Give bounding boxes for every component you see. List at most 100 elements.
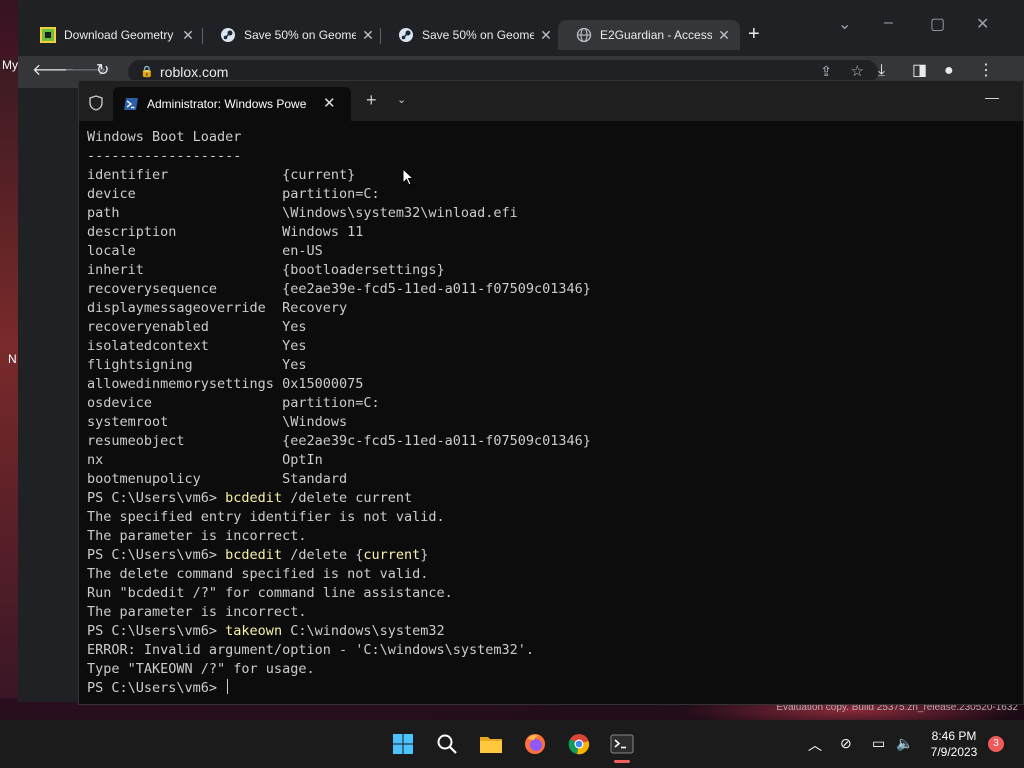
output-text: The parameter is incorrect.	[87, 604, 307, 620]
close-tab-icon[interactable]: ✕	[323, 94, 336, 112]
terminal-output-line: bootmenupolicy Standard	[87, 470, 591, 489]
close-icon[interactable]: ✕	[180, 27, 196, 44]
command-name: takeown	[225, 623, 283, 639]
chrome-tab-1[interactable]: Download Geometry ✕	[22, 20, 202, 50]
side-panel-icon[interactable]: ◨	[912, 62, 927, 80]
terminal-window: Administrator: Windows Powe ✕ + ⌄ — Wind…	[78, 80, 1024, 705]
close-icon[interactable]: ✕	[716, 27, 732, 44]
chrome-icon[interactable]	[566, 731, 592, 757]
system-clock[interactable]: 8:46 PM 7/9/2023	[924, 728, 984, 760]
terminal-output-line: allowedinmemorysettings 0x15000075	[87, 375, 591, 394]
output-text: osdevice partition=C:	[87, 395, 380, 411]
terminal-prompt-line: PS C:\Users\vm6> bcdedit /delete current	[87, 489, 591, 508]
download-icon[interactable]: ⤓	[878, 62, 885, 80]
chrome-tab-3[interactable]: Save 50% on Geome ✕	[380, 20, 558, 50]
chrome-tab-title: Save 50% on Geome	[244, 28, 356, 42]
notification-badge[interactable]: 3	[988, 736, 1004, 752]
steam-icon	[220, 27, 236, 43]
display-icon[interactable]: ▭	[872, 735, 885, 752]
output-text: path \Windows\system32\winload.efi	[87, 205, 518, 221]
terminal-output-line: The parameter is incorrect.	[87, 603, 591, 622]
terminal-output-line: Windows Boot Loader	[87, 128, 591, 147]
terminal-output-line: ERROR: Invalid argument/option - 'C:\win…	[87, 641, 591, 660]
output-text: locale en-US	[87, 243, 323, 259]
file-explorer-icon[interactable]	[478, 731, 504, 757]
geometry-dash-icon	[40, 27, 56, 43]
windows-start-icon[interactable]	[390, 731, 416, 757]
reload-icon[interactable]: ↻	[96, 62, 109, 80]
command-name: bcdedit	[225, 547, 283, 563]
share-icon[interactable]: ⇪	[820, 63, 832, 80]
new-terminal-tab-icon[interactable]: +	[366, 91, 377, 109]
search-icon[interactable]	[434, 731, 460, 757]
profile-avatar-icon[interactable]: ●	[944, 62, 954, 80]
chrome-tab-title: Save 50% on Geome	[422, 28, 534, 42]
bookmark-star-icon[interactable]: ☆	[851, 62, 864, 80]
output-text: resumeobject {ee2ae39c-fcd5-11ed-a011-f0…	[87, 433, 591, 449]
terminal-output-line: The parameter is incorrect.	[87, 527, 591, 546]
output-text: Windows Boot Loader	[87, 129, 242, 145]
terminal-output[interactable]: Windows Boot Loader ------------------- id…	[87, 128, 591, 698]
close-icon[interactable]: ✕	[538, 27, 554, 44]
text-cursor	[227, 679, 229, 694]
terminal-output-line: locale en-US	[87, 242, 591, 261]
globe-icon	[576, 27, 592, 43]
terminal-prompt-line: PS C:\Users\vm6> bcdedit /delete {curren…	[87, 546, 591, 565]
output-text: recoveryenabled Yes	[87, 319, 307, 335]
tab-search-chevron-icon[interactable]: ⌄	[838, 14, 851, 34]
prompt-text: PS C:\Users\vm6>	[87, 680, 226, 696]
clock-time: 8:46 PM	[931, 729, 977, 743]
terminal-output-line: flightsigning Yes	[87, 356, 591, 375]
volume-icon[interactable]: 🔈	[896, 735, 913, 752]
terminal-output-line: path \Windows\system32\winload.efi	[87, 204, 591, 223]
terminal-output-line: isolatedcontext Yes	[87, 337, 591, 356]
terminal-output-line: osdevice partition=C:	[87, 394, 591, 413]
chrome-tab-title: E2Guardian - Access	[600, 28, 712, 42]
output-text: The delete command specified is not vali…	[87, 566, 429, 582]
maximize-icon[interactable]: ▢	[930, 14, 945, 34]
output-text: flightsigning Yes	[87, 357, 307, 373]
chrome-tab-4-active[interactable]: E2Guardian - Access ✕	[558, 20, 740, 50]
desktop-label-fragment-2: N	[8, 352, 17, 366]
output-text: Type "TAKEOWN /?" for usage.	[87, 661, 315, 677]
output-text: The parameter is incorrect.	[87, 528, 307, 544]
terminal-output-line: inherit {bootloadersettings}	[87, 261, 591, 280]
active-app-indicator	[614, 760, 630, 763]
command-args: /delete current	[282, 490, 413, 506]
chevron-up-icon[interactable]: ︿	[808, 735, 822, 755]
output-text: inherit {bootloadersettings}	[87, 262, 445, 278]
terminal-icon[interactable]	[609, 731, 635, 757]
output-text: displaymessageoverride Recovery	[87, 300, 348, 316]
terminal-output-line: The delete command specified is not vali…	[87, 565, 591, 584]
terminal-title-bar: Administrator: Windows Powe ✕ + ⌄ —	[79, 81, 1023, 121]
output-text: isolatedcontext Yes	[87, 338, 307, 354]
terminal-output-line: identifier {current}	[87, 166, 591, 185]
close-icon[interactable]: ✕	[360, 27, 376, 44]
terminal-output-line: nx OptIn	[87, 451, 591, 470]
terminal-output-line: recoveryenabled Yes	[87, 318, 591, 337]
prompt-text: PS C:\Users\vm6>	[87, 547, 226, 563]
terminal-tab-title: Administrator: Windows Powe	[147, 97, 307, 111]
output-text: allowedinmemorysettings 0x15000075	[87, 376, 364, 392]
output-text: The specified entry identifier is not va…	[87, 509, 445, 525]
minimize-icon[interactable]: —	[985, 89, 999, 105]
chrome-tab-strip: Download Geometry ✕ Save 50% on Geome ✕ …	[18, 0, 1024, 56]
network-disconnected-icon[interactable]: ⊘	[840, 735, 852, 752]
close-window-icon[interactable]: ✕	[976, 14, 989, 34]
firefox-icon[interactable]	[522, 731, 548, 757]
output-text: bootmenupolicy Standard	[87, 471, 348, 487]
menu-kebab-icon[interactable]: ⋮	[978, 62, 994, 80]
terminal-output-line: description Windows 11	[87, 223, 591, 242]
terminal-output-line: systemroot \Windows	[87, 413, 591, 432]
prompt-text: PS C:\Users\vm6>	[87, 623, 226, 639]
terminal-tab-active[interactable]: Administrator: Windows Powe ✕	[113, 87, 351, 121]
chrome-tab-2[interactable]: Save 50% on Geome ✕	[202, 20, 380, 50]
terminal-output-line: device partition=C:	[87, 185, 591, 204]
command-args: /delete {	[282, 547, 364, 563]
new-tab-button[interactable]: +	[748, 24, 760, 44]
terminal-output-line: recoverysequence {ee2ae39e-fcd5-11ed-a01…	[87, 280, 591, 299]
chrome-tab-title: Download Geometry	[64, 28, 174, 42]
minimize-icon[interactable]: –	[884, 14, 893, 32]
command-args-end: }	[420, 547, 429, 563]
chevron-down-icon[interactable]: ⌄	[397, 93, 406, 106]
